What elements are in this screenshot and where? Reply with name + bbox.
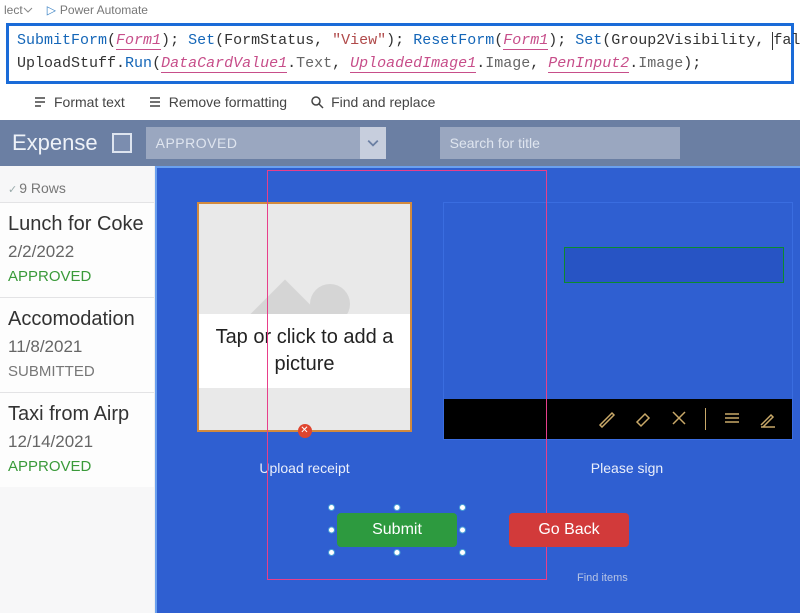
sign-caption: Please sign (497, 460, 757, 476)
rows-count: 9 Rows (0, 170, 154, 202)
list-item[interactable]: Lunch for Coke 2/2/2022 APPROVED (0, 202, 154, 297)
list-item-title: Accomodation (8, 308, 146, 331)
ribbon-item-power-automate[interactable]: ▷ Power Automate (47, 3, 148, 17)
caret-icon (772, 32, 773, 50)
format-icon (32, 94, 48, 110)
find-replace-button[interactable]: Find and replace (309, 94, 435, 110)
flow-icon: ▷ (47, 3, 56, 17)
list-item-status: APPROVED (8, 268, 146, 285)
expense-list: 9 Rows Lunch for Coke 2/2/2022 APPROVED … (0, 166, 155, 613)
list-item-date: 11/8/2021 (8, 337, 146, 357)
list-item[interactable]: Accomodation 11/8/2021 SUBMITTED (0, 297, 154, 392)
list-item-title: Lunch for Coke (8, 213, 146, 236)
list-item-status: SUBMITTED (8, 363, 146, 380)
list-item-date: 12/14/2021 (8, 432, 146, 452)
status-dropdown[interactable]: APPROVED (146, 127, 386, 159)
list-item[interactable]: Taxi from Airp 12/14/2021 APPROVED (0, 392, 154, 487)
submit-button[interactable]: Submit (337, 513, 457, 547)
find-items-label: Find items (577, 572, 628, 584)
pen-sign-icon[interactable] (758, 408, 778, 431)
formula-bar[interactable]: SubmitForm(Form1); Set(FormStatus, "View… (6, 23, 794, 84)
pen-input-field[interactable] (564, 247, 784, 283)
pen-width-icon[interactable] (722, 408, 742, 431)
list-item-date: 2/2/2022 (8, 242, 146, 262)
search-icon (309, 94, 325, 110)
ribbon-item-select[interactable]: lect (4, 3, 33, 17)
list-item-status: APPROVED (8, 458, 146, 475)
chevron-down-icon (23, 5, 33, 15)
pen-clear-icon[interactable] (669, 408, 689, 431)
form-canvas: Tap or click to add a picture ✕ Upload r… (155, 166, 800, 613)
approved-checkbox[interactable] (112, 133, 132, 153)
pen-draw-icon[interactable] (597, 408, 617, 431)
editor-toolbar: Format text Remove formatting Find and r… (0, 84, 800, 120)
ribbon: lect ▷ Power Automate (0, 0, 800, 20)
remove-format-icon (147, 94, 163, 110)
page-title: Expense (12, 130, 98, 156)
search-input[interactable]: Search for title (440, 127, 680, 159)
remove-formatting-button[interactable]: Remove formatting (147, 94, 287, 110)
go-back-button[interactable]: Go Back (509, 513, 629, 547)
format-text-button[interactable]: Format text (32, 94, 125, 110)
app-header: Expense APPROVED Search for title (0, 120, 800, 166)
list-item-title: Taxi from Airp (8, 403, 146, 426)
main: 9 Rows Lunch for Coke 2/2/2022 APPROVED … (0, 166, 800, 613)
separator (705, 408, 706, 430)
chevron-down-icon (360, 127, 386, 159)
pen-erase-icon[interactable] (633, 408, 653, 431)
